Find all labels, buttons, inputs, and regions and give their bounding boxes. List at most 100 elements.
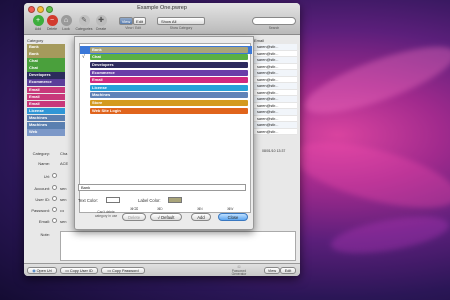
email-list: saren@stir... saren@stir... saren@stir... s… <box>254 44 297 135</box>
category-list-item[interactable]: Ecommerce <box>27 79 65 86</box>
sheet-category-row[interactable]: Developers <box>80 61 252 69</box>
category-label: Category: <box>32 151 50 156</box>
window-title: Example One.pwrep <box>137 5 187 11</box>
url-label: Url: <box>43 174 50 179</box>
password-action-icon[interactable] <box>52 207 57 212</box>
bottom-bar: ◉ Open Url ▭ Copy User ID ▭ Copy Passwor… <box>24 263 300 276</box>
category-list-item[interactable]: Bank <box>27 44 65 51</box>
copy-password-button[interactable]: ▭ Copy Password <box>101 267 145 274</box>
sheet-category-label: Store <box>90 99 248 106</box>
close-button[interactable]: Close <box>218 213 248 221</box>
wallpaper-streak <box>297 33 450 127</box>
account-value: sen <box>60 186 67 191</box>
category-list-item[interactable]: Email <box>27 93 65 101</box>
copy-user-id-button[interactable]: ▭ Copy User ID <box>60 267 98 274</box>
password-generator-label: Password Generator <box>231 268 247 276</box>
sheet-category-row[interactable]: √ Chat <box>80 54 252 62</box>
search-input[interactable] <box>252 17 296 25</box>
delete-button[interactable]: Delete <box>122 213 146 221</box>
copy-icon: ▭ <box>107 269 111 273</box>
label-color-label: Label Color: <box>138 198 161 203</box>
user-id-action-icon[interactable] <box>52 196 57 201</box>
lock-icon: ⌂ <box>60 15 72 26</box>
sheet-category-label: License <box>90 84 248 91</box>
sheet-category-label: Bank <box>90 46 248 53</box>
category-column: Category Bank Bank Chat Chat Developers Ecomm… <box>27 38 65 136</box>
bottom-edit-button[interactable]: Edit <box>280 267 296 274</box>
toolbar-create-button[interactable]: ✚ Create <box>90 15 112 31</box>
sheet-category-row[interactable]: Store <box>80 99 252 107</box>
add-button[interactable]: Add <box>191 213 211 221</box>
category-name-input[interactable]: Bank <box>78 184 246 191</box>
text-color-well[interactable] <box>106 197 120 203</box>
default-check-icon: √ <box>82 53 85 60</box>
category-list-item[interactable]: Machines <box>27 122 65 129</box>
wallpaper-streak <box>328 209 450 261</box>
url-action-icon[interactable] <box>52 173 57 178</box>
user-id-value: sen <box>60 197 67 202</box>
category-list-item[interactable]: Email <box>27 100 65 108</box>
view-segment[interactable]: View <box>119 17 133 25</box>
name-label: Name: <box>38 161 50 166</box>
add-shortcut: ⌘N <box>197 207 203 211</box>
category-list-item[interactable]: Chat <box>27 58 65 65</box>
category-list-item[interactable]: Developers <box>27 72 65 79</box>
default-button[interactable]: √ Default <box>150 213 182 221</box>
close-shortcut: ⌘W <box>227 207 234 211</box>
delete-shortcut: ⌘⌫ <box>130 207 138 211</box>
show-category-label: Show Category <box>169 26 193 30</box>
email-value: sen <box>60 219 67 224</box>
email-list-item[interactable]: saren@stir... <box>254 128 297 135</box>
modified-stamp: 08/01/10 13:37 <box>262 149 286 153</box>
note-label: Note: <box>40 232 50 237</box>
sheet-category-row[interactable]: Web Site Login <box>80 107 252 115</box>
sheet-category-row[interactable]: Email <box>80 76 252 84</box>
text-color-label: Text Color: <box>78 198 99 203</box>
password-generator-button[interactable]: ⚿ Password Generator <box>224 265 254 276</box>
category-list-item[interactable]: Bank <box>27 51 65 58</box>
user-id-label: User ID: <box>35 197 50 202</box>
category-list-item[interactable]: Machines <box>27 114 65 122</box>
account-label: Account: <box>34 186 50 191</box>
copy-user-id-label: Copy User ID <box>69 269 93 273</box>
sheet-category-label: Email <box>90 77 248 84</box>
category-list-item[interactable]: Chat <box>27 65 65 72</box>
password-label: Password: <box>31 208 50 213</box>
email-column: Email saren@stir... saren@stir... saren@st… <box>254 38 297 135</box>
open-url-button[interactable]: ◉ Open Url <box>27 267 57 274</box>
category-list-item[interactable]: License <box>27 107 65 115</box>
sheet-category-row[interactable]: Ecommerce <box>80 69 252 77</box>
show-category-select[interactable]: Show All <box>157 17 205 25</box>
search-label: Search <box>268 26 280 30</box>
bottom-view-button[interactable]: View <box>264 267 280 274</box>
password-value: ••• <box>60 208 65 213</box>
sheet-category-label: Chat <box>90 54 248 61</box>
edit-segment[interactable]: Edit <box>133 17 146 25</box>
toolbar-label: Create <box>95 27 107 31</box>
category-list-item[interactable]: Email <box>27 86 65 94</box>
cant-delete-note: Can't delete category in use <box>94 210 118 218</box>
category-list: Bank Bank Chat Chat Developers Ecommerce Email… <box>27 44 65 136</box>
sheet-category-label: Ecommerce <box>90 69 248 76</box>
account-action-icon[interactable] <box>52 185 57 190</box>
view-edit-label: View / Edit <box>125 26 141 30</box>
sheet-category-row[interactable]: Machines <box>80 92 252 100</box>
category-list-item[interactable]: Web <box>27 129 65 136</box>
sheet-category-label: Web Site Login <box>90 107 248 114</box>
copy-password-label: Copy Password <box>112 269 139 273</box>
globe-icon: ◉ <box>32 269 36 273</box>
sheet-category-row[interactable]: License <box>80 84 252 92</box>
wallpaper-streak <box>286 128 450 222</box>
open-url-label: Open Url <box>36 269 52 273</box>
note-field[interactable] <box>60 231 296 261</box>
category-value: Cha <box>60 151 68 156</box>
copy-icon: ▭ <box>65 269 69 273</box>
email-action-icon[interactable] <box>52 218 57 223</box>
categories-icon: ✎ <box>78 15 90 26</box>
label-color-well[interactable] <box>168 197 182 203</box>
email-label: Email: <box>38 219 50 224</box>
title-bar: Example One.pwrep + Add − Delete ⌂ Lock … <box>24 3 300 35</box>
sheet-category-row[interactable]: Bank <box>80 46 252 54</box>
sheet-category-label: Developers <box>90 61 248 68</box>
sheet-category-label: Machines <box>90 92 248 99</box>
